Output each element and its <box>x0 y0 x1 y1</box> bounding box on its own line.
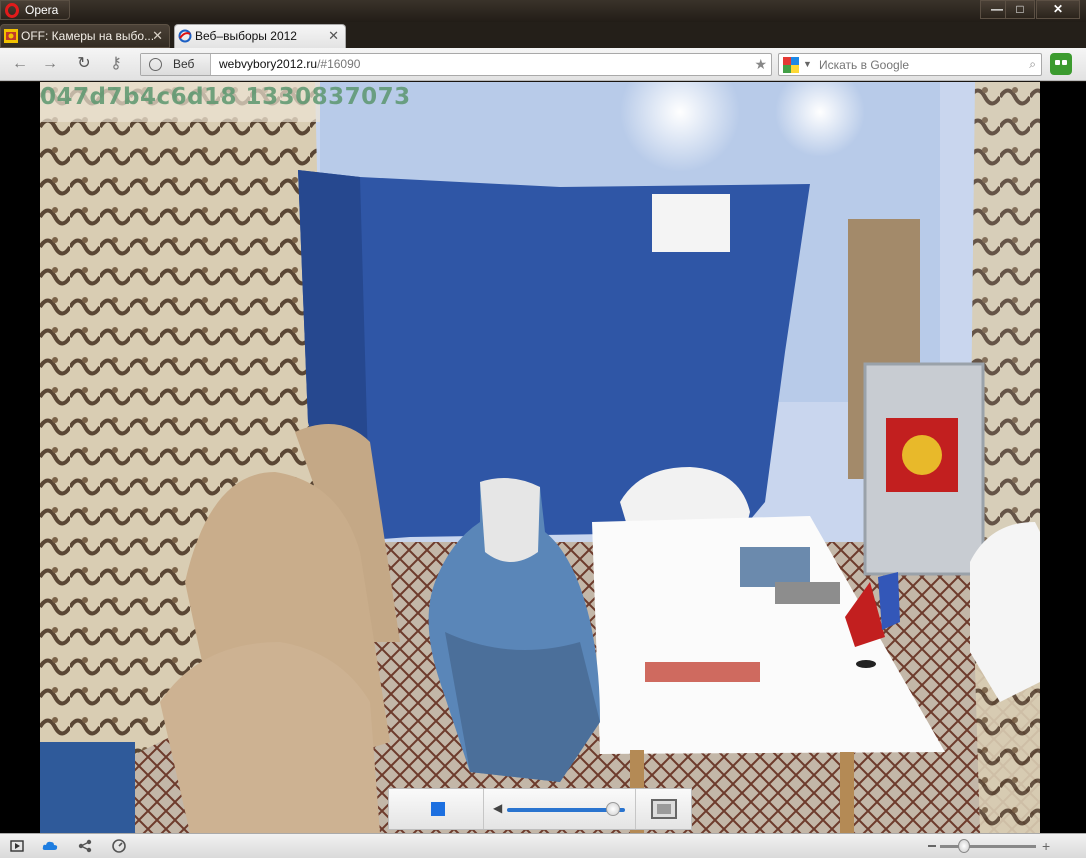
address-security-badge[interactable]: Веб <box>141 54 211 75</box>
reload-button[interactable]: ↻ <box>74 55 94 73</box>
control-divider <box>483 789 484 829</box>
panels-toggle-icon[interactable] <box>10 839 24 853</box>
zoom-out-icon[interactable] <box>928 845 936 847</box>
google-logo-icon[interactable] <box>783 57 799 73</box>
search-magnifier-icon[interactable]: ⌕ <box>1029 54 1036 75</box>
tab-cameras[interactable]: OFF: Камеры на выбо... ✕ <box>0 24 170 48</box>
zoom-slider-track[interactable] <box>940 845 1036 848</box>
close-window-button[interactable]: ✕ <box>1036 0 1080 19</box>
opera-browser-window: Opera — □ ✕ OFF: Камеры на выбо... ✕ Веб… <box>0 0 1086 858</box>
tab-label: Веб–выборы 2012 <box>195 29 297 43</box>
video-controls: ◀ <box>388 788 692 830</box>
address-host: webvybory2012.ru <box>219 57 318 71</box>
opera-logo-icon <box>5 3 19 18</box>
zoom-in-icon[interactable]: + <box>1042 839 1050 853</box>
webvybory-favicon-icon <box>178 29 192 43</box>
stop-button[interactable] <box>431 802 445 816</box>
control-divider <box>635 789 636 829</box>
address-url[interactable]: webvybory2012.ru/#16090 <box>219 54 360 75</box>
opera-unite-icon[interactable] <box>1050 53 1072 75</box>
forward-button[interactable]: → <box>40 55 60 73</box>
tab-bar: OFF: Камеры на выбо... ✕ Веб–выборы 2012… <box>0 22 1086 66</box>
address-path: /#16090 <box>317 57 361 71</box>
title-bar: Opera — □ ✕ <box>0 0 1086 22</box>
tab-webvybory[interactable]: Веб–выборы 2012 ✕ <box>174 24 346 48</box>
maximize-button[interactable]: □ <box>1005 0 1035 19</box>
opera-menu-button[interactable]: Opera <box>0 0 70 20</box>
search-input[interactable] <box>819 54 1019 75</box>
polling-station-scene-image <box>40 82 1040 833</box>
back-button[interactable]: ← <box>10 55 30 73</box>
navigation-bar: ← → ↻ ⚷ Веб webvybory2012.ru/#16090 ★ ▼ … <box>0 48 1086 81</box>
address-bar[interactable]: Веб webvybory2012.ru/#16090 ★ <box>140 53 772 76</box>
search-engine-dropdown-icon[interactable]: ▼ <box>803 54 812 75</box>
turbo-speedometer-icon[interactable] <box>112 839 126 853</box>
globe-icon <box>149 58 162 71</box>
webcam-video-feed[interactable]: 047d7b4c6d18 1330837073 ◀ <box>40 82 1040 833</box>
opera-menu-label: Opera <box>25 3 59 17</box>
opera-link-cloud-icon[interactable] <box>42 839 58 853</box>
volume-icon[interactable]: ◀ <box>493 801 502 815</box>
search-box[interactable]: ▼ ⌕ <box>778 53 1042 76</box>
bookmark-star-icon[interactable]: ★ <box>754 54 767 75</box>
zoom-slider-handle[interactable] <box>958 839 970 853</box>
page-content: 047d7b4c6d18 1330837073 ◀ <box>0 82 1086 833</box>
tab-label: OFF: Камеры на выбо... <box>21 29 155 43</box>
cameras-site-favicon-icon <box>4 29 18 43</box>
volume-slider-handle[interactable] <box>606 802 621 816</box>
tab-close-icon[interactable]: ✕ <box>328 25 339 47</box>
wand-key-button[interactable]: ⚷ <box>104 55 128 73</box>
tab-close-icon[interactable]: ✕ <box>152 25 163 47</box>
camera-id-timestamp-overlay: 047d7b4c6d18 1330837073 <box>40 84 411 110</box>
status-bar: + <box>0 833 1086 858</box>
address-badge-label: Веб <box>173 57 195 71</box>
fullscreen-button[interactable] <box>651 799 677 819</box>
opera-unite-share-icon[interactable] <box>78 839 92 853</box>
